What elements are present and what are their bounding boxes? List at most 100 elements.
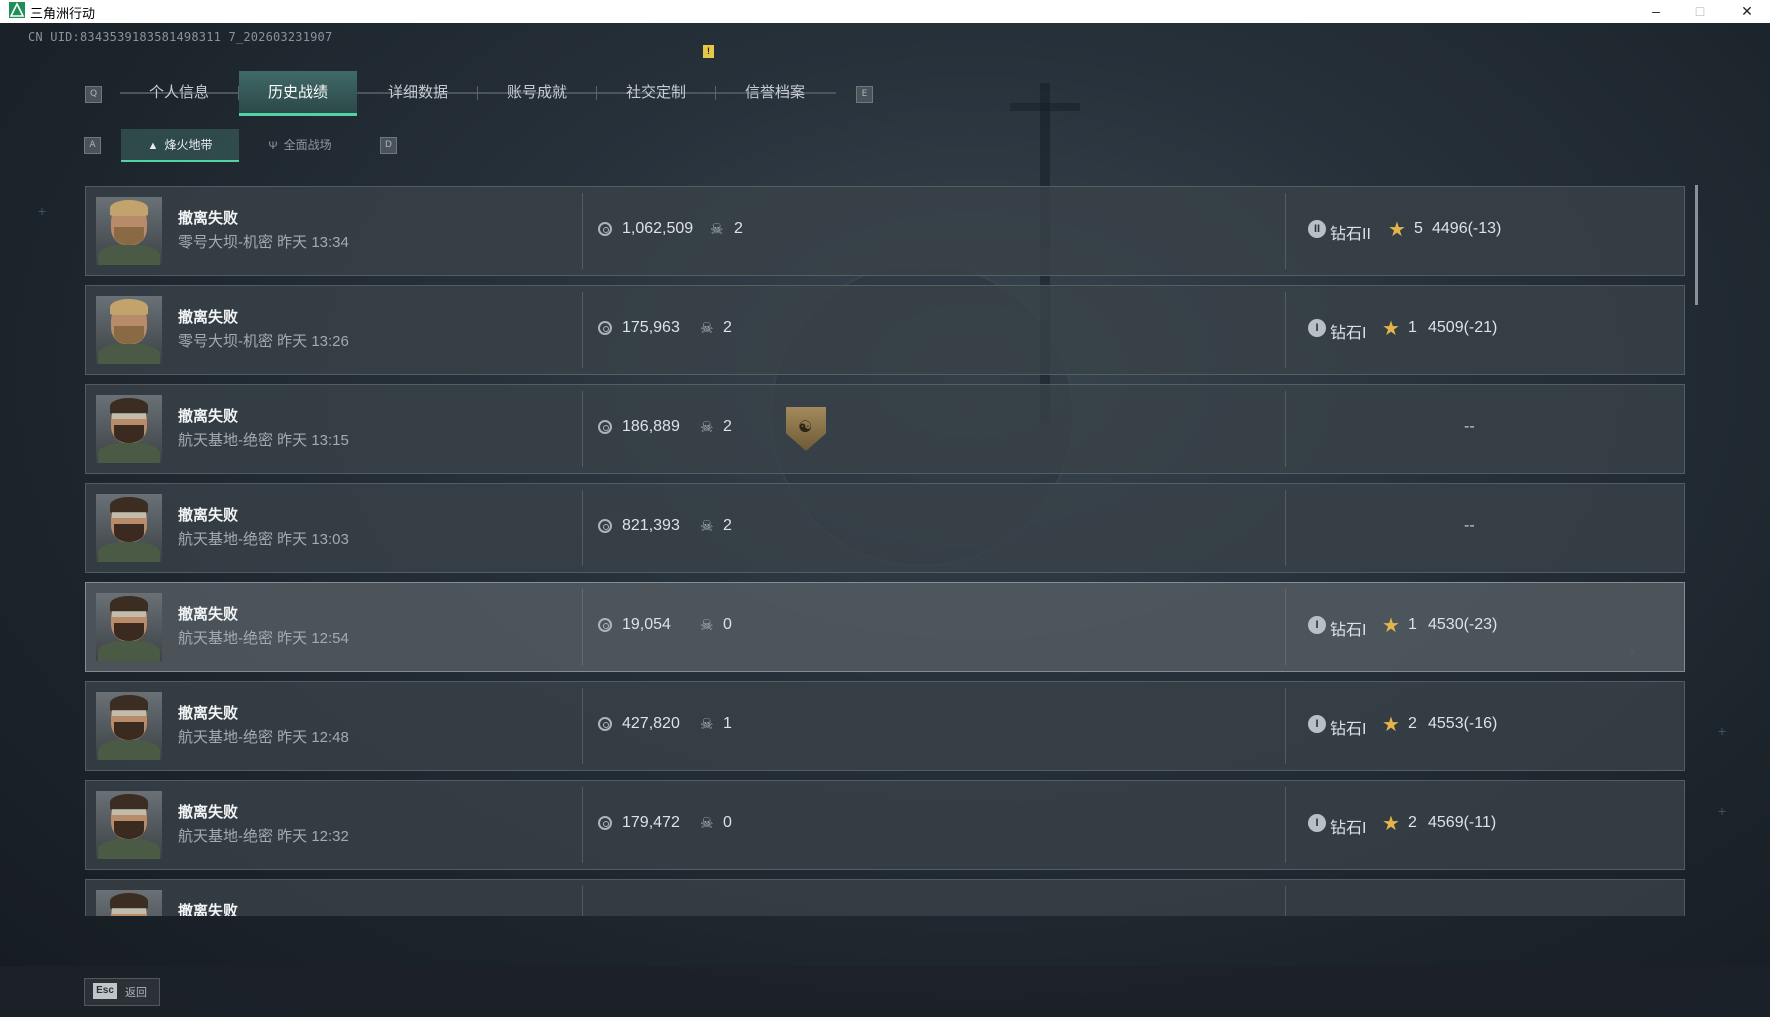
rank-badge-icon: I [1308, 715, 1326, 733]
kill-count: 2 [723, 418, 732, 435]
tab-match-history[interactable]: 历史战绩 [239, 71, 357, 116]
match-row[interactable]: 撤离失败 零号大坝-机密 昨天 13:26 175,963 ☠ 2 I 钻石I … [85, 285, 1685, 375]
tab-social-custom[interactable]: 社交定制 [597, 71, 715, 114]
loot-value: 1,062,509 [622, 220, 694, 237]
subtab-hazard-zone[interactable]: ▲ 烽火地带 [121, 129, 239, 162]
back-button[interactable]: Esc 返回 [84, 978, 160, 1006]
kill-count: 0 [723, 814, 732, 831]
star-count: 1 [1408, 319, 1417, 336]
loot-value: 186,889 [622, 418, 680, 435]
rank-name: 钻石I [1330, 622, 1367, 639]
rank-score: 4553(-16) [1428, 715, 1498, 732]
skull-icon: ☠ [700, 716, 714, 733]
app-logo-icon [9, 2, 25, 18]
coin-icon [598, 816, 612, 830]
column-divider [1285, 391, 1286, 467]
tab-personal-info[interactable]: 个人信息 [120, 71, 238, 114]
operator-avatar [96, 791, 162, 859]
maximize-button[interactable]: □ [1678, 0, 1722, 23]
column-divider [1285, 688, 1286, 764]
loot-value: 19,054 [622, 616, 671, 633]
esc-key-hint: Esc [93, 983, 117, 999]
match-history-list[interactable]: 撤离失败 零号大坝-机密 昨天 13:34 1,062,509 ☠ 2 I I 钻… [85, 186, 1685, 916]
window-title: 三角洲行动 [30, 6, 96, 21]
rank-score: 4569(-11) [1428, 814, 1497, 831]
rank-name: 钻石I [1330, 325, 1367, 342]
skull-icon: ☠ [700, 419, 714, 436]
column-divider [582, 688, 583, 764]
skull-icon: ☠ [700, 320, 714, 337]
star-icon: ★ [1382, 615, 1400, 637]
match-detail: 航天基地-绝密 昨天 12:48 [178, 729, 349, 746]
loot-value: 179,472 [622, 814, 680, 831]
match-detail: 零号大坝-机密 昨天 13:26 [178, 333, 349, 350]
star-icon: ★ [1382, 813, 1400, 835]
decor-crosshair: + [38, 203, 47, 219]
kill-count: 1 [723, 715, 732, 732]
background-mast-arm [1010, 103, 1080, 111]
match-row[interactable]: 撤离失败 [85, 879, 1685, 916]
loot-value: 821,393 [622, 517, 680, 534]
key-hint-next-tab: E [856, 86, 873, 103]
match-result: 撤离失败 [178, 507, 239, 524]
rank-empty: -- [1464, 517, 1475, 534]
star-count: 1 [1408, 616, 1417, 633]
key-hint-next-subtab: D [380, 137, 397, 154]
loot-value: 175,963 [622, 319, 680, 336]
match-row[interactable]: 撤离失败 航天基地-绝密 昨天 13:15 186,889 ☠ 2 ☯ -- [85, 384, 1685, 474]
triangle-mode-icon: ▲ [147, 140, 159, 152]
tab-achievements[interactable]: 账号成就 [478, 71, 596, 114]
match-row[interactable]: 撤离失败 航天基地-绝密 昨天 13:03 821,393 ☠ 2 -- [85, 483, 1685, 573]
window-title-bar: 三角洲行动 – □ ✕ [0, 0, 1770, 23]
star-icon: ★ [1382, 714, 1400, 736]
operator-avatar [96, 494, 162, 562]
operator-avatar [96, 197, 162, 265]
column-divider [582, 886, 583, 916]
coin-icon [598, 420, 612, 434]
column-divider [582, 589, 583, 665]
bottom-bar [0, 966, 1770, 1017]
notification-badge: ! [703, 45, 714, 58]
star-icon: ★ [1388, 219, 1406, 241]
coin-icon [598, 519, 612, 533]
close-button[interactable]: ✕ [1725, 0, 1769, 23]
column-divider [582, 292, 583, 368]
column-divider [1285, 787, 1286, 863]
tab-detailed-data[interactable]: 详细数据 [359, 71, 477, 114]
tab-credit-record[interactable]: 信誉档案 [716, 71, 834, 114]
kill-count: 2 [723, 517, 732, 534]
operator-avatar [96, 890, 162, 916]
match-detail: 航天基地-绝密 昨天 13:15 [178, 432, 349, 449]
subtab-full-battlefield[interactable]: Ψ 全面战场 [241, 129, 359, 162]
match-row[interactable]: 撤离失败 零号大坝-机密 昨天 13:34 1,062,509 ☠ 2 II 钻… [85, 186, 1685, 276]
list-scrollbar[interactable] [1695, 185, 1698, 305]
match-row[interactable]: 撤离失败 航天基地-绝密 昨天 12:48 427,820 ☠ 1 I 钻石I … [85, 681, 1685, 771]
rank-name: 钻石I [1330, 721, 1367, 738]
coin-icon [598, 222, 612, 236]
rank-name: 钻石I [1330, 820, 1367, 837]
column-divider [582, 391, 583, 467]
rank-score: 4496(-13) [1432, 220, 1502, 237]
operator-avatar [96, 296, 162, 364]
column-divider [1285, 292, 1286, 368]
rank-name: 钻石II [1330, 226, 1371, 243]
match-row[interactable]: 撤离失败 航天基地-绝密 昨天 12:32 179,472 ☠ 0 I 钻石I … [85, 780, 1685, 870]
back-label: 返回 [125, 987, 147, 999]
match-row-selected[interactable]: 撤离失败 航天基地-绝密 昨天 12:54 19,054 ☠ 0 I 钻石I ★… [85, 582, 1685, 672]
rank-badge-icon: I [1308, 814, 1326, 832]
rank-score: 4530(-23) [1428, 616, 1498, 633]
match-detail: 零号大坝-机密 昨天 13:34 [178, 234, 349, 251]
match-result: 撤离失败 [178, 903, 239, 916]
kill-count: 2 [734, 220, 743, 237]
star-count: 5 [1414, 220, 1423, 237]
column-divider [1285, 193, 1286, 269]
skull-icon: ☠ [710, 221, 724, 238]
match-result: 撤离失败 [178, 606, 239, 623]
column-divider [1285, 886, 1286, 916]
match-detail: 航天基地-绝密 昨天 13:03 [178, 531, 349, 548]
rank-badge-icon: I [1308, 319, 1326, 337]
match-result: 撤离失败 [178, 705, 239, 722]
star-count: 2 [1408, 814, 1417, 831]
column-divider [582, 787, 583, 863]
minimize-button[interactable]: – [1634, 0, 1678, 23]
